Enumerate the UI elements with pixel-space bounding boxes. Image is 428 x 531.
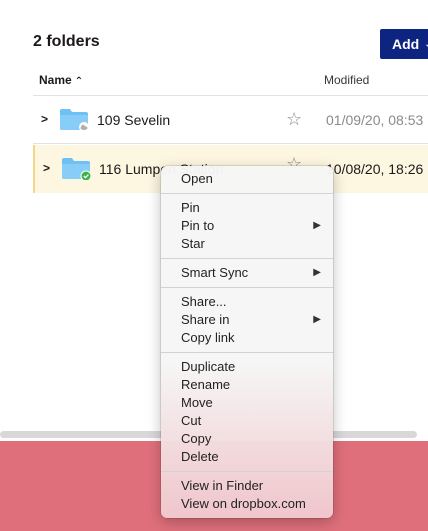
menu-item-share-in[interactable]: Share in ▶ bbox=[161, 311, 333, 329]
menu-item-label: Share in bbox=[181, 312, 230, 327]
menu-item-label: Rename bbox=[181, 377, 231, 392]
menu-separator bbox=[161, 193, 333, 194]
check-icon bbox=[80, 170, 91, 180]
modified-date: 01/09/20, 08:53 bbox=[326, 112, 424, 128]
star-icon[interactable]: ☆ bbox=[286, 109, 302, 130]
menu-item-rename[interactable]: Rename bbox=[161, 376, 333, 394]
page-title: 2 folders bbox=[33, 33, 100, 50]
menu-item-star[interactable]: Star bbox=[161, 235, 333, 253]
modified-date: 10/08/20, 18:26 bbox=[326, 161, 424, 177]
modified-column-header[interactable]: Modified bbox=[324, 73, 369, 87]
submenu-arrow-icon: ▶ bbox=[313, 267, 321, 278]
menu-separator bbox=[161, 352, 333, 353]
menu-item-copy[interactable]: Copy bbox=[161, 430, 333, 448]
add-button-label: Add bbox=[392, 36, 420, 52]
chevron-right-icon[interactable]: > bbox=[41, 112, 48, 126]
folder-icon bbox=[62, 158, 91, 180]
menu-item-pin[interactable]: Pin bbox=[161, 199, 333, 217]
chevron-right-icon[interactable]: > bbox=[43, 161, 50, 175]
chevron-down-icon: ⌄ bbox=[424, 39, 428, 50]
menu-item-move[interactable]: Move bbox=[161, 394, 333, 412]
name-column-label: Name bbox=[39, 73, 72, 87]
menu-item-label: Star bbox=[181, 236, 205, 251]
menu-item-label: Move bbox=[181, 395, 213, 410]
menu-separator bbox=[161, 258, 333, 259]
menu-item-label: Open bbox=[181, 171, 213, 186]
menu-item-label: Pin bbox=[181, 200, 200, 215]
context-menu: Open Pin Pin to ▶ Star Smart Sync ▶ Share.… bbox=[161, 166, 333, 518]
menu-item-open[interactable]: Open bbox=[161, 170, 333, 188]
menu-item-label: Smart Sync bbox=[181, 265, 249, 280]
sort-ascending-icon: ⌃ bbox=[74, 76, 84, 87]
menu-item-label: Cut bbox=[181, 413, 202, 428]
folder-name[interactable]: 109 Sevelin bbox=[97, 112, 170, 128]
submenu-arrow-icon: ▶ bbox=[313, 314, 321, 325]
menu-item-share[interactable]: Share... bbox=[161, 293, 333, 311]
menu-item-duplicate[interactable]: Duplicate bbox=[161, 358, 333, 376]
menu-item-label: Copy bbox=[181, 431, 212, 446]
menu-item-label: View in Finder bbox=[181, 478, 264, 493]
menu-item-view-in-finder[interactable]: View in Finder bbox=[161, 477, 333, 495]
submenu-arrow-icon: ▶ bbox=[313, 220, 321, 231]
folder-icon bbox=[60, 109, 89, 131]
menu-separator bbox=[161, 287, 333, 288]
menu-item-label: Copy link bbox=[181, 330, 235, 345]
table-row[interactable]: > 109 Sevelin ☆ 01/09/20, 08:53 bbox=[33, 96, 428, 144]
menu-item-label: Share... bbox=[181, 294, 227, 309]
menu-item-view-on-web[interactable]: View on dropbox.com bbox=[161, 495, 333, 513]
name-column-header[interactable]: Name ⌃ bbox=[39, 73, 83, 87]
menu-item-label: View on dropbox.com bbox=[181, 496, 306, 511]
add-button[interactable]: Add ⌄ bbox=[380, 29, 428, 59]
menu-item-delete[interactable]: Delete bbox=[161, 448, 333, 466]
menu-item-label: Delete bbox=[181, 449, 219, 464]
menu-item-copy-link[interactable]: Copy link bbox=[161, 329, 333, 347]
menu-item-label: Pin to bbox=[181, 218, 215, 233]
menu-item-label: Duplicate bbox=[181, 359, 236, 374]
menu-item-pin-to[interactable]: Pin to ▶ bbox=[161, 217, 333, 235]
menu-item-smart-sync[interactable]: Smart Sync ▶ bbox=[161, 264, 333, 282]
menu-separator bbox=[161, 471, 333, 472]
menu-item-cut[interactable]: Cut bbox=[161, 412, 333, 430]
